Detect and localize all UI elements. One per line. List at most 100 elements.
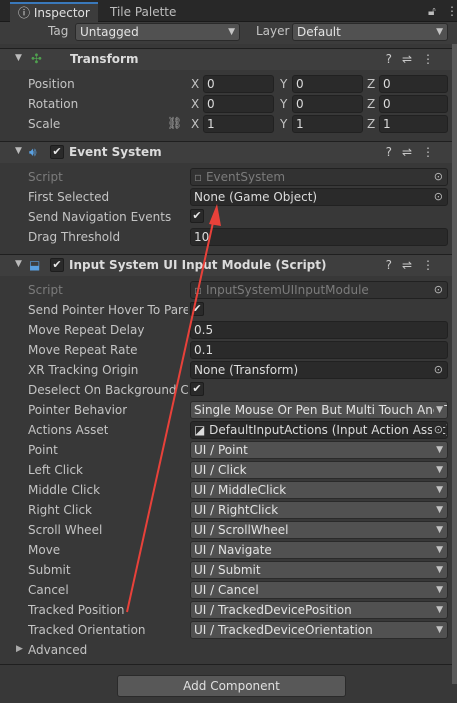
foldout-icon[interactable]: ▼ <box>15 146 22 156</box>
scale-x-field[interactable]: 1 <box>203 115 274 133</box>
foldout-icon[interactable]: ▼ <box>15 53 22 63</box>
advanced-foldout[interactable]: ▶ Advanced <box>0 640 452 660</box>
action-row: Scroll Wheel UI / ScrollWheel ▼ <box>0 520 452 540</box>
action-row: Right Click UI / RightClick ▼ <box>0 500 452 520</box>
move-repeat-rate-field[interactable]: 0.1 <box>190 341 448 359</box>
input-module-enabled-checkbox[interactable]: ✔ <box>50 258 64 272</box>
target-icon[interactable]: ⊙ <box>434 362 443 378</box>
help-icon[interactable]: ? <box>386 258 402 272</box>
send-nav-row: Send Navigation Events ✔ <box>0 207 452 227</box>
xr-origin-field[interactable]: None (Transform) ⊙ <box>190 361 448 379</box>
chevron-down-icon: ▼ <box>436 445 443 455</box>
action-value: UI / Cancel <box>194 583 259 597</box>
action-row: Left Click UI / Click ▼ <box>0 460 452 480</box>
more-icon[interactable]: ⋮ <box>422 52 444 66</box>
chevron-down-icon: ▼ <box>436 605 443 615</box>
z-label[interactable]: Z <box>367 117 375 131</box>
action-row: Tracked Position UI / TrackedDevicePosit… <box>0 600 452 620</box>
info-icon: ⓘ <box>18 6 31 20</box>
add-component-button[interactable]: Add Component <box>117 675 346 697</box>
presets-icon[interactable]: ⇌ <box>402 52 422 66</box>
field-label: Drag Threshold <box>28 230 121 244</box>
transform-title: Transform <box>70 52 139 66</box>
action-row: Submit UI / Submit ▼ <box>0 560 452 580</box>
tab-tile-palette[interactable]: Tile Palette <box>102 2 184 22</box>
tab-tile-palette-label: Tile Palette <box>110 5 177 19</box>
rotation-y-field[interactable]: 0 <box>292 95 363 113</box>
event-system-enabled-checkbox[interactable]: ✔ <box>50 145 64 159</box>
action-dropdown[interactable]: UI / TrackedDeviceOrientation ▼ <box>190 621 448 639</box>
help-icon[interactable]: ? <box>386 145 402 159</box>
action-dropdown[interactable]: UI / ScrollWheel ▼ <box>190 521 448 539</box>
y-label[interactable]: Y <box>280 97 287 111</box>
scale-y-field[interactable]: 1 <box>292 115 363 133</box>
action-dropdown[interactable]: UI / MiddleClick ▼ <box>190 481 448 499</box>
tag-dropdown[interactable]: Untagged ▼ <box>75 23 240 41</box>
target-icon[interactable]: ⊙ <box>431 422 443 438</box>
drag-threshold-field[interactable]: 10 <box>190 228 448 246</box>
action-dropdown[interactable]: UI / Navigate ▼ <box>190 541 448 559</box>
field-label: Scale <box>28 117 61 131</box>
foldout-icon[interactable]: ▼ <box>15 259 22 269</box>
pointer-behavior-dropdown[interactable]: Single Mouse Or Pen But Multi Touch And … <box>190 401 448 419</box>
send-pointer-checkbox[interactable]: ✔ <box>190 302 204 316</box>
lock-icon[interactable]: 🔓︎ <box>428 4 436 19</box>
actions-asset-row: Actions Asset ◪ DefaultInputActions (Inp… <box>0 420 452 440</box>
field-label: Point <box>28 443 58 457</box>
position-x-field[interactable]: 0 <box>203 75 274 93</box>
rotation-x-field[interactable]: 0 <box>203 95 274 113</box>
field-label: Middle Click <box>28 483 101 497</box>
help-icon[interactable]: ? <box>386 52 402 66</box>
header-icons: ?⇌⋮ <box>386 258 444 272</box>
x-label[interactable]: X <box>191 97 199 111</box>
y-label[interactable]: Y <box>280 77 287 91</box>
more-icon[interactable]: ⋮ <box>422 145 444 159</box>
action-dropdown[interactable]: UI / RightClick ▼ <box>190 501 448 519</box>
input-module-header[interactable]: ▼ ⬓ ✔ Input System UI Input Module (Scri… <box>0 254 452 276</box>
move-repeat-delay-row: Move Repeat Delay 0.5 <box>0 320 452 340</box>
y-label[interactable]: Y <box>280 117 287 131</box>
transform-header[interactable]: ▼ ✣ Transform ?⇌⋮ <box>0 48 452 70</box>
scrollbar-thumb[interactable] <box>452 44 457 684</box>
script-icon: ▫ <box>194 283 203 297</box>
tab-inspector[interactable]: ⓘ Inspector <box>10 2 98 23</box>
rotation-z-field[interactable]: 0 <box>379 95 448 113</box>
action-value: UI / Point <box>194 443 248 457</box>
action-dropdown[interactable]: UI / TrackedDevicePosition ▼ <box>190 601 448 619</box>
action-dropdown[interactable]: UI / Cancel ▼ <box>190 581 448 599</box>
advanced-label: Advanced <box>28 643 88 657</box>
target-icon[interactable]: ⊙ <box>434 189 443 205</box>
action-dropdown[interactable]: UI / Click ▼ <box>190 461 448 479</box>
position-z-field[interactable]: 0 <box>379 75 448 93</box>
presets-icon[interactable]: ⇌ <box>402 258 422 272</box>
position-y-field[interactable]: 0 <box>292 75 363 93</box>
action-row: Cancel UI / Cancel ▼ <box>0 580 452 600</box>
event-system-header[interactable]: ▼ 🔊︎ ✔ Event System ?⇌⋮ <box>0 141 452 163</box>
tag-label: Tag <box>48 24 69 38</box>
unlink-icon[interactable]: ⛓ <box>167 116 182 130</box>
scale-z-field[interactable]: 1 <box>379 115 448 133</box>
action-dropdown[interactable]: UI / Point ▼ <box>190 441 448 459</box>
first-selected-field[interactable]: None (Game Object) ⊙ <box>190 188 448 206</box>
xr-origin-row: XR Tracking Origin None (Transform) ⊙ <box>0 360 452 380</box>
z-label[interactable]: Z <box>367 97 375 111</box>
field-label: Scroll Wheel <box>28 523 103 537</box>
more-icon[interactable]: ⋮ <box>446 4 457 18</box>
presets-icon[interactable]: ⇌ <box>402 145 422 159</box>
action-value: UI / Navigate <box>194 543 272 557</box>
actions-asset-field[interactable]: ◪ DefaultInputActions (Input Action Asse… <box>190 421 448 439</box>
send-navigation-checkbox[interactable]: ✔ <box>190 209 204 223</box>
action-value: UI / RightClick <box>194 503 279 517</box>
move-repeat-delay-field[interactable]: 0.5 <box>190 321 448 339</box>
deselect-checkbox[interactable]: ✔ <box>190 382 204 396</box>
event-system-script-row: Script ▫ EventSystem ⊙ <box>0 167 452 187</box>
x-label[interactable]: X <box>191 117 199 131</box>
x-label[interactable]: X <box>191 77 199 91</box>
layer-dropdown[interactable]: Default ▼ <box>292 23 448 41</box>
script-icon: ▫ <box>194 170 203 184</box>
action-row: Move UI / Navigate ▼ <box>0 540 452 560</box>
z-label[interactable]: Z <box>367 77 375 91</box>
action-value: UI / MiddleClick <box>194 483 287 497</box>
more-icon[interactable]: ⋮ <box>422 258 444 272</box>
action-dropdown[interactable]: UI / Submit ▼ <box>190 561 448 579</box>
